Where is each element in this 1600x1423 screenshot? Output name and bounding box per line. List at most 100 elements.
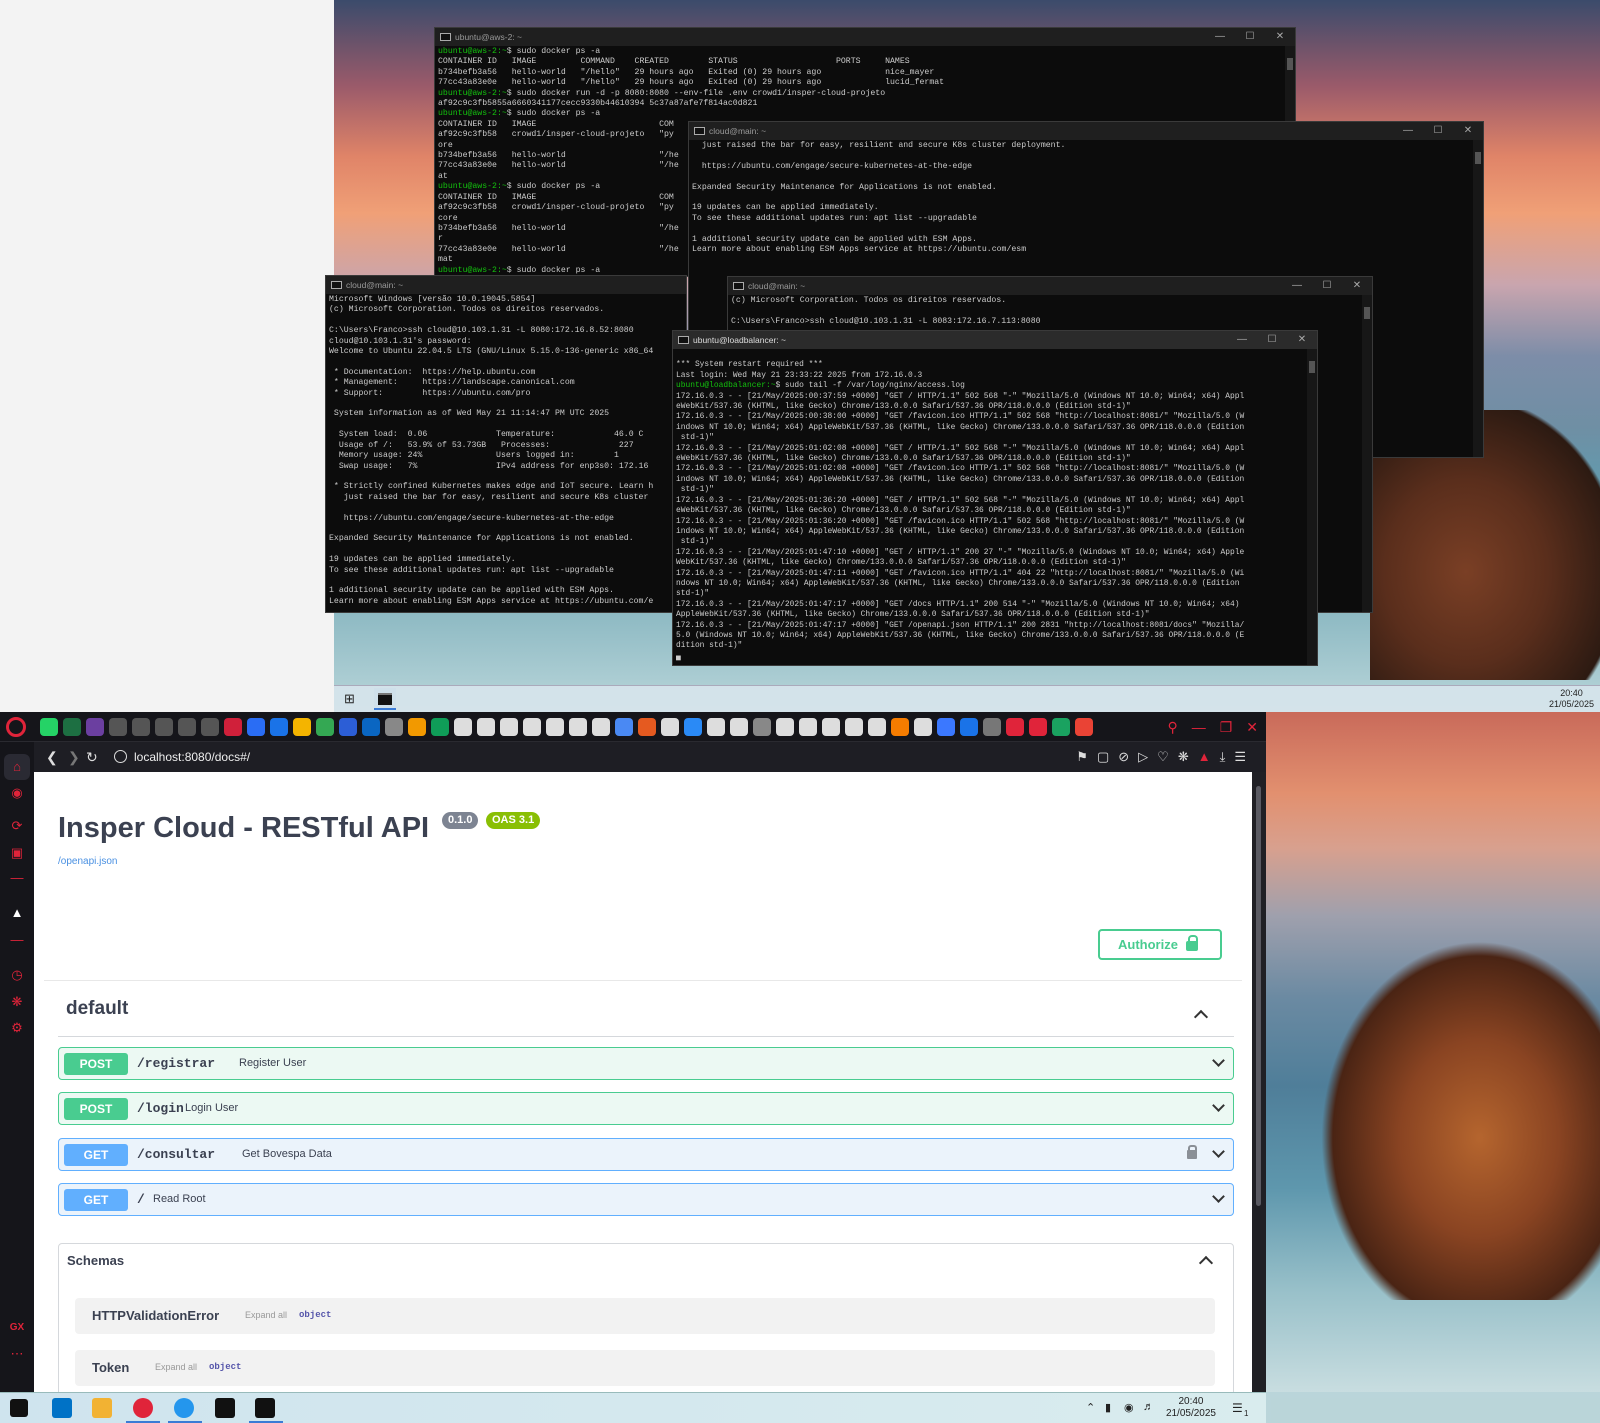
snapshot-icon[interactable]: ▢	[1097, 749, 1109, 765]
tray-chevron-icon[interactable]: ⌃	[1086, 1401, 1095, 1414]
pinned-tab-icon[interactable]	[753, 718, 771, 736]
reload-icon[interactable]: ↻	[86, 749, 98, 765]
scrollbar[interactable]	[1307, 349, 1317, 665]
operation-post-login[interactable]: POST /login Login User	[58, 1092, 1234, 1125]
pinned-tab-icon[interactable]	[1029, 718, 1047, 736]
operation-post-registrar[interactable]: POST /registrar Register User	[58, 1047, 1234, 1080]
pinned-tab-icon[interactable]	[523, 718, 541, 736]
pinned-tab-icon[interactable]	[960, 718, 978, 736]
taskbar-clock[interactable]: 20:40 21/05/2025	[1166, 1396, 1216, 1420]
schemas-title[interactable]: Schemas	[67, 1253, 124, 1268]
back-icon[interactable]: ❮	[46, 749, 58, 765]
pinned-tab-icon[interactable]	[408, 718, 426, 736]
expand-all-link[interactable]: Expand all	[155, 1362, 197, 1372]
extensions-icon[interactable]: ❋	[9, 994, 25, 1010]
pinned-tab-icon[interactable]	[661, 718, 679, 736]
gx-label[interactable]: GX	[9, 1320, 25, 1336]
terminal-taskbar-icon[interactable]	[374, 688, 396, 710]
forward-icon[interactable]: ❯	[68, 749, 80, 765]
pinned-tab-icon[interactable]	[385, 718, 403, 736]
bookmark-icon[interactable]: ⚑	[1076, 749, 1088, 765]
notification-icon[interactable]: ☰	[1232, 1401, 1243, 1415]
history-icon[interactable]: ◷	[9, 967, 25, 983]
pinned-tab-icon[interactable]	[86, 718, 104, 736]
minimize-button[interactable]: —	[1205, 28, 1235, 46]
pinned-tab-icon[interactable]	[684, 718, 702, 736]
pinned-tab-icon[interactable]	[431, 718, 449, 736]
lock-icon[interactable]	[1187, 1145, 1197, 1159]
expand-all-link[interactable]: Expand all	[245, 1310, 287, 1320]
pinned-tab-icon[interactable]	[937, 718, 955, 736]
expand-chevron-icon[interactable]	[1212, 1145, 1225, 1158]
close-button[interactable]: ✕	[1287, 331, 1317, 349]
gamepad-icon[interactable]: ◉	[9, 785, 25, 801]
expand-chevron-icon[interactable]	[1212, 1190, 1225, 1203]
pinned-tab-icon[interactable]	[822, 718, 840, 736]
title-bar[interactable]: ubuntu@loadbalancer: ~ — ☐ ✕	[673, 331, 1317, 349]
pinned-tab-icon[interactable]	[270, 718, 288, 736]
pinned-tab-icon[interactable]	[132, 718, 150, 736]
controller-icon[interactable]: ▣	[9, 845, 25, 861]
pinned-tab-icon[interactable]	[109, 718, 127, 736]
pinned-tab-icon[interactable]	[500, 718, 518, 736]
terminal-window-loadbalancer[interactable]: ubuntu@loadbalancer: ~ — ☐ ✕ *** System res…	[672, 330, 1318, 666]
scrollbar[interactable]	[1473, 140, 1483, 457]
pinned-tab-icon[interactable]	[707, 718, 725, 736]
terminal-taskbar-icon[interactable]	[255, 1398, 275, 1418]
collapse-chevron-icon[interactable]	[1198, 1255, 1214, 1271]
expand-chevron-icon[interactable]	[1212, 1054, 1225, 1067]
pinned-tab-icon[interactable]	[247, 718, 265, 736]
heart-icon[interactable]: ♡	[1157, 749, 1169, 765]
terminal-output[interactable]: just raised the bar for easy, resilient …	[689, 140, 1483, 256]
close-button[interactable]: ✕	[1342, 277, 1372, 295]
pinned-tab-icon[interactable]	[293, 718, 311, 736]
minimize-button[interactable]: —	[1393, 122, 1423, 140]
settings-icon[interactable]: ⚙	[9, 1020, 25, 1036]
opera-logo-icon[interactable]	[6, 717, 26, 737]
pinned-tab-icon[interactable]	[316, 718, 334, 736]
pinned-tab-icon[interactable]	[638, 718, 656, 736]
pinned-tab-icon[interactable]	[730, 718, 748, 736]
minimize-button[interactable]: —	[1282, 277, 1312, 295]
download-icon[interactable]: ⤓	[1220, 749, 1226, 765]
pinned-tab-icon[interactable]	[914, 718, 932, 736]
pinned-tab-icon[interactable]	[201, 718, 219, 736]
restore-button[interactable]: ❐	[1220, 718, 1233, 736]
close-button[interactable]: ✕	[1246, 718, 1258, 736]
authorize-button[interactable]: Authorize	[1098, 929, 1222, 960]
pinned-tab-icon[interactable]	[569, 718, 587, 736]
pinned-tab-icon[interactable]	[615, 718, 633, 736]
operation-get-consultar[interactable]: GET /consultar Get Bovespa Data	[58, 1138, 1234, 1171]
vpn-icon[interactable]: ▲	[1198, 749, 1211, 765]
title-bar[interactable]: cloud@main: ~	[326, 276, 686, 294]
close-button[interactable]: ✕	[1453, 122, 1483, 140]
minimize-button[interactable]: —	[1192, 718, 1206, 736]
menu-icon[interactable]: ☰	[1234, 749, 1246, 765]
pinned-tab-icon[interactable]	[983, 718, 1001, 736]
pinned-tab-icon[interactable]	[178, 718, 196, 736]
more-icon[interactable]: ⋯	[9, 1346, 25, 1362]
pinned-tab-icon[interactable]	[1006, 718, 1024, 736]
file-explorer-icon[interactable]	[92, 1398, 112, 1418]
cursor-icon[interactable]	[215, 1398, 235, 1418]
page-scrollbar[interactable]	[1252, 772, 1266, 1392]
opera-gx-icon[interactable]	[133, 1398, 153, 1418]
volume-icon[interactable]: ♬	[1143, 1401, 1154, 1413]
adblock-icon[interactable]: ⊘	[1118, 749, 1129, 765]
battery-icon[interactable]: ▮	[1105, 1401, 1111, 1414]
expand-chevron-icon[interactable]	[1212, 1099, 1225, 1112]
home-icon[interactable]: ⌂	[9, 759, 25, 775]
pinned-tab-icon[interactable]	[1075, 718, 1093, 736]
title-bar[interactable]: cloud@main: ~ — ☐ ✕	[689, 122, 1483, 140]
maximize-button[interactable]: ☐	[1235, 28, 1265, 46]
url-field[interactable]: localhost:8080/docs#/	[134, 749, 250, 765]
pinned-tab-icon[interactable]	[891, 718, 909, 736]
title-bar[interactable]: ubuntu@aws-2: ~ — ☐ ✕	[435, 28, 1295, 46]
pinned-tab-icon[interactable]	[155, 718, 173, 736]
windows-start-icon[interactable]	[10, 1399, 28, 1417]
maximize-button[interactable]: ☐	[1423, 122, 1453, 140]
schema-item[interactable]: Token Expand all object	[75, 1350, 1215, 1386]
pinned-tab-icon[interactable]	[362, 718, 380, 736]
openapi-json-link[interactable]: /openapi.json	[58, 856, 118, 867]
scrollbar[interactable]	[1362, 295, 1372, 612]
